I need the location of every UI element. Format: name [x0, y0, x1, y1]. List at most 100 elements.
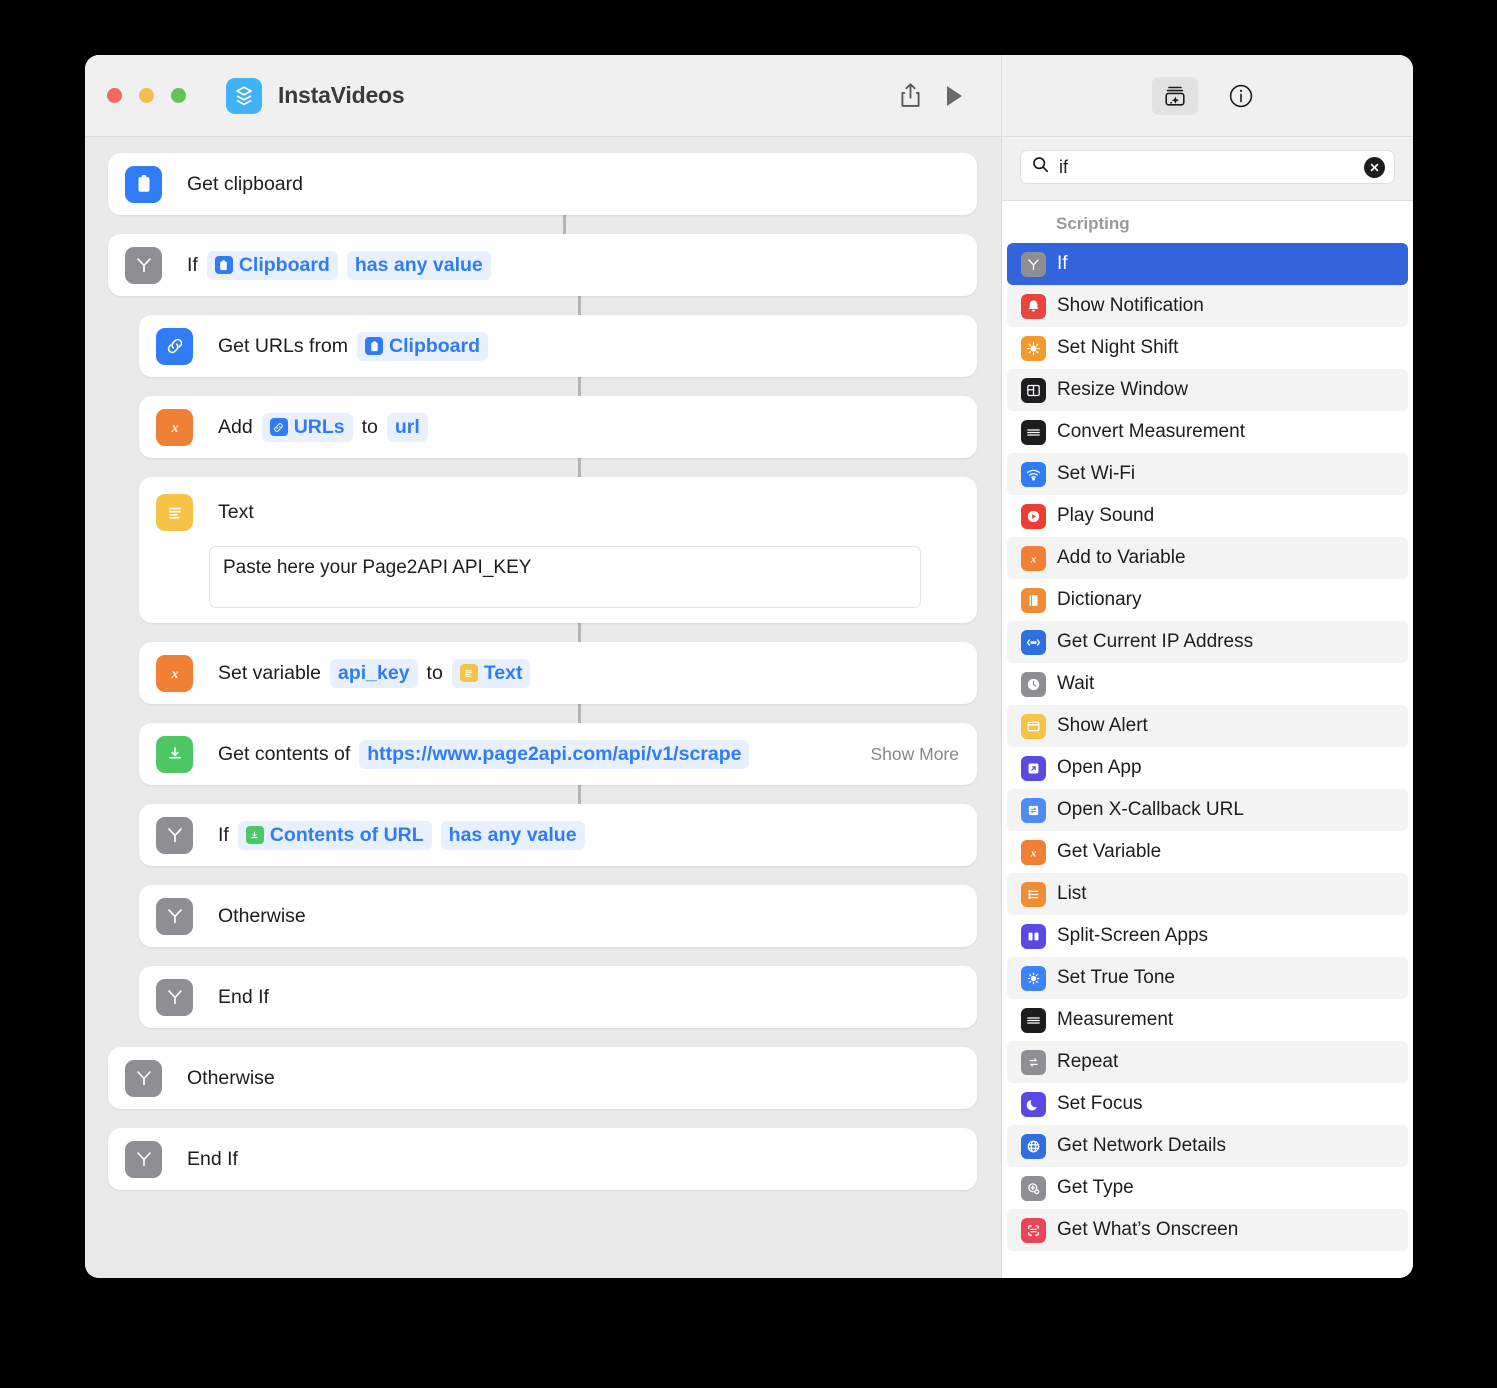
clear-circle-x-icon[interactable] [1364, 156, 1385, 178]
library-item-get-type[interactable]: Get Type [1007, 1167, 1408, 1209]
zoom-button[interactable] [171, 88, 186, 103]
parameter-token[interactable]: https://www.page2api.com/api/v1/scrape [359, 739, 750, 769]
library-item-label: Split-Screen Apps [1057, 925, 1209, 946]
parameter-token[interactable]: api_key [329, 658, 418, 688]
action-label: Otherwise [218, 904, 306, 927]
action-label: Get clipboard [187, 172, 303, 195]
library-item-show-notification[interactable]: Show Notification [1007, 285, 1408, 327]
token-text: Clipboard [389, 334, 481, 357]
variable-x-icon: x [1021, 545, 1046, 571]
library-item-split-screen-apps[interactable]: Split-Screen Apps [1007, 915, 1408, 957]
workflow-pane: InstaVideos Get clipboard If Clipboard has … [85, 55, 1001, 1278]
library-item-label: Get What’s Onscreen [1057, 1219, 1239, 1240]
action-library-list[interactable]: Scripting If Show Notification Set Night S… [1002, 201, 1413, 1278]
svg-text:x: x [1030, 554, 1037, 565]
library-item-if[interactable]: If [1007, 243, 1408, 285]
library-item-label: List [1057, 883, 1087, 904]
action-card-if-contents-of-url[interactable]: If Contents of URL has any value [139, 804, 977, 866]
search-box[interactable]: if [1020, 150, 1395, 184]
book-icon [1021, 587, 1046, 613]
action-card-get-clipboard[interactable]: Get clipboard [108, 153, 977, 215]
library-item-dictionary[interactable]: Dictionary [1007, 579, 1408, 621]
action-row: If Contents of URL has any value [156, 816, 585, 854]
close-button[interactable] [107, 88, 122, 103]
svg-text:x: x [170, 420, 178, 435]
action-card-end-if-outer[interactable]: End If [108, 1128, 977, 1190]
library-item-label: Get Current IP Address [1057, 631, 1254, 652]
step-gap [108, 1028, 977, 1047]
library-item-get-current-ip-address[interactable]: Get Current IP Address [1007, 621, 1408, 663]
action-label: End If [187, 1147, 238, 1170]
action-card-if-clipboard[interactable]: If Clipboard has any value [108, 234, 977, 296]
library-item-play-sound[interactable]: Play Sound [1007, 495, 1408, 537]
action-card-set-variable-api-key[interactable]: x Set variable api_key to Text [139, 642, 977, 704]
action-label: Set variable [218, 661, 321, 684]
window-title: InstaVideos [278, 82, 405, 108]
library-item-resize-window[interactable]: Resize Window [1007, 369, 1408, 411]
library-item-list[interactable]: List [1007, 873, 1408, 915]
action-card-get-contents-of-url[interactable]: Get contents of https://www.page2api.com/… [139, 723, 977, 785]
window-grid-icon [1021, 377, 1046, 403]
library-item-label: Open X-Callback URL [1057, 799, 1244, 820]
show-more-button[interactable]: Show More [850, 744, 959, 765]
library-item-convert-measurement[interactable]: Convert Measurement [1007, 411, 1408, 453]
library-item-get-variable[interactable]: x Get Variable [1007, 831, 1408, 873]
parameter-token[interactable]: URLs [261, 412, 353, 442]
library-item-set-focus[interactable]: Set Focus [1007, 1083, 1408, 1125]
library-item-repeat[interactable]: Repeat [1007, 1041, 1408, 1083]
parameter-token[interactable]: Clipboard [357, 331, 489, 361]
action-card-text-action[interactable]: Text Paste here your Page2API API_KEY [139, 477, 977, 623]
step-gap [108, 947, 977, 966]
sun-icon [1021, 335, 1046, 361]
run-button[interactable] [932, 76, 976, 116]
library-item-set-night-shift[interactable]: Set Night Shift [1007, 327, 1408, 369]
share-button[interactable] [888, 76, 932, 116]
action-label: Otherwise [187, 1066, 275, 1089]
parameter-token[interactable]: Text [451, 658, 531, 688]
info-circle-icon[interactable] [1218, 77, 1264, 115]
action-card-otherwise-outer[interactable]: Otherwise [108, 1047, 977, 1109]
library-item-set-wi-fi[interactable]: Set Wi-Fi [1007, 453, 1408, 495]
link-icon [156, 327, 193, 365]
action-card-get-urls-from-clipboard[interactable]: Get URLs from Clipboard [139, 315, 977, 377]
library-item-open-x-callback-url[interactable]: Open X-Callback URL [1007, 789, 1408, 831]
action-card-otherwise-inner[interactable]: Otherwise [139, 885, 977, 947]
action-row: Otherwise [125, 1059, 275, 1097]
library-item-label: Show Notification [1057, 295, 1204, 316]
parameter-token[interactable]: url [386, 412, 428, 442]
library-item-open-app[interactable]: Open App [1007, 747, 1408, 789]
minimize-button[interactable] [139, 88, 154, 103]
library-item-measurement[interactable]: Measurement [1007, 999, 1408, 1041]
wifi-icon [1021, 461, 1046, 487]
svg-text:x: x [1030, 848, 1037, 859]
library-item-add-to-variable[interactable]: x Add to Variable [1007, 537, 1408, 579]
step-connector [578, 377, 581, 396]
action-card-end-if-inner[interactable]: End If [139, 966, 977, 1028]
library-item-get-what-s-onscreen[interactable]: Get What’s Onscreen [1007, 1209, 1408, 1251]
library-item-label: Dictionary [1057, 589, 1142, 610]
library-item-label: Repeat [1057, 1051, 1119, 1072]
step-connector [578, 704, 581, 723]
moon-icon [1021, 1091, 1046, 1117]
action-card-add-urls-to-url[interactable]: x Add URLs to url [139, 396, 977, 458]
library-item-set-true-tone[interactable]: Set True Tone [1007, 957, 1408, 999]
parameter-token[interactable]: Clipboard [206, 250, 338, 280]
parameter-token[interactable]: has any value [346, 250, 491, 280]
text-input-field[interactable]: Paste here your Page2API API_KEY [209, 546, 921, 608]
token-text: Contents of URL [269, 823, 424, 846]
search-input[interactable]: if [1059, 157, 1354, 178]
library-item-wait[interactable]: Wait [1007, 663, 1408, 705]
library-item-show-alert[interactable]: Show Alert [1007, 705, 1408, 747]
token-text: has any value [448, 823, 577, 846]
parameter-token[interactable]: Contents of URL [237, 820, 432, 850]
library-item-label: Add to Variable [1057, 547, 1186, 568]
action-library-button[interactable] [1151, 76, 1198, 115]
token-text: api_key [337, 661, 410, 684]
clipboard-icon [125, 165, 162, 203]
library-item-label: Get Type [1057, 1177, 1134, 1198]
branch-icon [156, 816, 193, 854]
library-item-get-network-details[interactable]: Get Network Details [1007, 1125, 1408, 1167]
workflow-canvas[interactable]: Get clipboard If Clipboard has any value Get… [85, 137, 1001, 1278]
layers-stack-icon [226, 77, 262, 114]
parameter-token[interactable]: has any value [440, 820, 585, 850]
